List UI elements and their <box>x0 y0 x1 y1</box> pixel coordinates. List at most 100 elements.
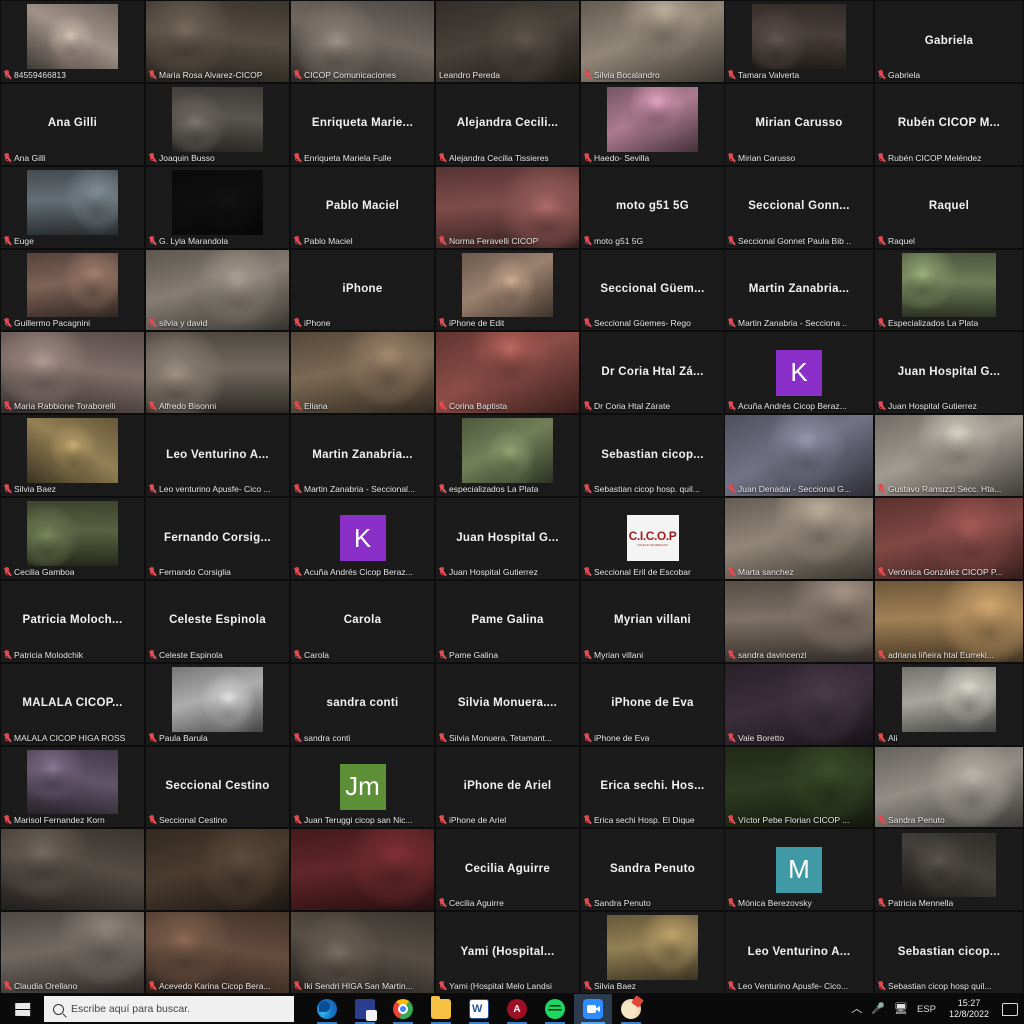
participant-tile[interactable]: Paula Barula <box>146 663 289 745</box>
participant-tile[interactable]: Myrian villani Myrian villani <box>581 580 724 662</box>
participant-tile[interactable]: Pablo Maciel Pablo Maciel <box>291 166 434 248</box>
participant-tile[interactable]: Seccional Gonn... Seccional Gonnet Paula … <box>725 166 873 248</box>
participant-tile[interactable]: 84559466813 <box>1 1 144 82</box>
participant-tile[interactable]: Euge <box>1 166 144 248</box>
participant-tile[interactable]: Patricia Mennella <box>875 829 1023 911</box>
taskbar-app-file-transfer[interactable] <box>346 994 384 1024</box>
participant-tile[interactable]: G. Lyla Marandola <box>146 166 289 248</box>
participant-tile[interactable]: Sandra Penuto Sandra Penuto <box>581 829 724 911</box>
participant-tile[interactable] <box>146 829 289 911</box>
participant-tile[interactable]: Leo Venturino A... Leo venturino Apusfe- … <box>146 415 289 496</box>
network-icon[interactable]: 🖥 <box>894 1003 908 1015</box>
participant-tile[interactable]: Silvia Baez <box>581 912 724 993</box>
participant-tile[interactable]: Erica sechi. Hos... Erica sechi Hosp. El … <box>581 746 724 828</box>
taskbar-app-red-app[interactable] <box>498 994 536 1024</box>
participant-tile[interactable]: Sandra Penuto <box>875 746 1023 828</box>
participant-tile[interactable]: sandra davincenzi <box>725 580 873 662</box>
participant-tile[interactable]: iPhone de Eva iPhone de Eva <box>581 663 724 745</box>
participant-tile[interactable]: CICOP Comunicaciones <box>291 1 434 82</box>
participant-tile[interactable]: Verónica González CICOP P... <box>875 498 1023 579</box>
participant-tile[interactable]: Joaquin Busso <box>146 83 289 165</box>
participant-tile[interactable]: Raquel Raquel <box>875 166 1023 248</box>
participant-tile[interactable]: Sebastian cicop... Sebastian cicop hosp. … <box>581 415 724 496</box>
taskbar-app-spotify[interactable] <box>536 994 574 1024</box>
participant-tile[interactable] <box>1 829 144 911</box>
participant-tile[interactable]: Maria Rosa Alvarez-CICOP <box>146 1 289 82</box>
participant-tile[interactable]: Silvia Bocalandro <box>581 1 724 82</box>
participant-tile[interactable]: Haedo- Sevilla <box>581 83 724 165</box>
taskbar-app-edge[interactable] <box>308 994 346 1024</box>
microphone-icon[interactable]: 🎤 <box>871 1003 885 1015</box>
participant-tile[interactable]: K Acuña Andrés Cicop Beraz... <box>725 332 873 414</box>
participant-tile[interactable]: iPhone de Edit <box>436 249 579 331</box>
participant-tile[interactable]: Especializados La Plata <box>875 249 1023 331</box>
taskbar-app-file-explorer[interactable] <box>422 994 460 1024</box>
taskbar-app-zoom[interactable] <box>574 994 612 1024</box>
participant-tile[interactable]: Martin Zanabria... Martin Zanabria - Secc… <box>291 415 434 496</box>
participant-tile[interactable]: M Mónica Berezovsky <box>725 829 873 911</box>
participant-tile[interactable]: Norma Feravelli CICOP <box>436 166 579 248</box>
taskbar-app-paint[interactable] <box>612 994 650 1024</box>
participant-tile[interactable]: Jm Juan Teruggi cicop san Nic... <box>291 746 434 828</box>
participant-tile[interactable]: Juan Hospital G... Juan Hospital Gutierre… <box>436 498 579 579</box>
participant-tile[interactable]: Gabriela Gabriela <box>875 1 1023 82</box>
participant-tile[interactable]: K Acuña Andrés Cicop Beraz... <box>291 498 434 579</box>
participant-tile[interactable]: Leo Venturino A... Leo Venturino Apusfe- … <box>725 912 873 993</box>
participant-tile[interactable]: Enriqueta Marie... Enriqueta Mariela Full… <box>291 83 434 165</box>
participant-tile[interactable]: Cecilia Gamboa <box>1 498 144 579</box>
participant-tile[interactable]: Víctor Pebe Florian CICOP ... <box>725 746 873 828</box>
participant-tile[interactable]: Martin Zanabria... Martin Zanabria - Secc… <box>725 249 873 331</box>
participant-tile[interactable]: iPhone de Ariel iPhone de Ariel <box>436 746 579 828</box>
participant-tile[interactable]: Ali <box>875 663 1023 745</box>
participant-tile[interactable]: Silvia Baez <box>1 415 144 496</box>
participant-tile[interactable]: Pame Galina Pame Galina <box>436 580 579 662</box>
language-indicator[interactable]: ESP <box>917 1004 936 1015</box>
participant-tile[interactable]: Gustavo Ramuzzi Secc. Hta... <box>875 415 1023 496</box>
participant-tile[interactable]: Marisol Fernandez Korn <box>1 746 144 828</box>
participant-tile[interactable]: Alfredo Bisonni <box>146 332 289 414</box>
chevron-up-icon[interactable]: ︿ <box>851 1003 862 1015</box>
participant-tile[interactable]: Claudia Orellano <box>1 912 144 993</box>
participant-tile[interactable]: Maria Rabbione Toraborelli <box>1 332 144 414</box>
participant-tile[interactable]: Silvia Monuera.... Silvia Monuera. Tetama… <box>436 663 579 745</box>
action-center-icon[interactable] <box>1002 1002 1018 1016</box>
taskbar-app-chrome[interactable] <box>384 994 422 1024</box>
taskbar-app-word[interactable] <box>460 994 498 1024</box>
participant-tile[interactable]: Corina Baptista <box>436 332 579 414</box>
participant-tile[interactable]: Acevedo Karina Cicop Bera... <box>146 912 289 993</box>
participant-tile[interactable]: Marta sanchez <box>725 498 873 579</box>
participant-tile[interactable]: Ana Gilli Ana Gilli <box>1 83 144 165</box>
participant-tile[interactable]: Juan Hospital G... Juan Hospital Gutierre… <box>875 332 1023 414</box>
participant-tile[interactable]: iPhone iPhone <box>291 249 434 331</box>
participant-tile[interactable]: Iki Sendri HIGA San Martin... <box>291 912 434 993</box>
participant-tile[interactable]: Fernando Corsig... Fernando Corsiglia <box>146 498 289 579</box>
participant-tile[interactable]: Rubén CICOP M... Rubén CICOP Meléndez <box>875 83 1023 165</box>
participant-tile[interactable]: Guillermo Pacagnini <box>1 249 144 331</box>
participant-tile[interactable]: Tamara Valverta <box>725 1 873 82</box>
participant-tile[interactable]: Patricia Moloch... Patricia Molodchik <box>1 580 144 662</box>
participant-tile[interactable]: C.I.C.O.P COLEGIO DE MEDICOS Seccional Eri… <box>581 498 724 579</box>
participant-tile[interactable]: moto g51 5G moto g51 5G <box>581 166 724 248</box>
participant-tile[interactable]: sandra conti sandra conti <box>291 663 434 745</box>
participant-tile[interactable]: Leandro Pereda <box>436 1 579 82</box>
participant-tile[interactable]: Seccional Cestino Seccional Cestino <box>146 746 289 828</box>
participant-tile[interactable]: Dr Coria Htal Zá... Dr Coria Htal Zárate <box>581 332 724 414</box>
participant-tile[interactable]: MALALA CICOP... MALALA CICOP HIGA ROSS <box>1 663 144 745</box>
participant-tile[interactable]: Mirian Carusso Mirian Carusso <box>725 83 873 165</box>
participant-tile[interactable]: especializados La Plata <box>436 415 579 496</box>
participant-tile[interactable]: Sebastian cicop... Sebastian cicop hosp q… <box>875 912 1023 993</box>
participant-tile[interactable]: adriana liñeira htal Eurreki... <box>875 580 1023 662</box>
search-input[interactable]: Escribe aquí para buscar. <box>44 996 294 1022</box>
participant-tile[interactable]: Cecilia Aguirre Cecilia Aguirre <box>436 829 579 911</box>
clock[interactable]: 15:27 12/8/2022 <box>945 998 993 1020</box>
participant-tile[interactable]: Vale Boretto <box>725 663 873 745</box>
participant-tile[interactable]: Seccional Güem... Seccional Güemes- Rego <box>581 249 724 331</box>
participant-tile[interactable]: Carola Carola <box>291 580 434 662</box>
participant-tile[interactable]: Alejandra Cecili... Alejandra Cecilia Tis… <box>436 83 579 165</box>
participant-tile[interactable]: Celeste Espinola Celeste Espinola <box>146 580 289 662</box>
participant-tile[interactable]: Yami (Hospital... Yami (Hospital Melo Lan… <box>436 912 579 993</box>
participant-tile[interactable]: Eliana <box>291 332 434 414</box>
start-button[interactable] <box>0 994 44 1024</box>
participant-tile[interactable]: Juan Denadai - Seccional G... <box>725 415 873 496</box>
participant-tile[interactable] <box>291 829 434 911</box>
